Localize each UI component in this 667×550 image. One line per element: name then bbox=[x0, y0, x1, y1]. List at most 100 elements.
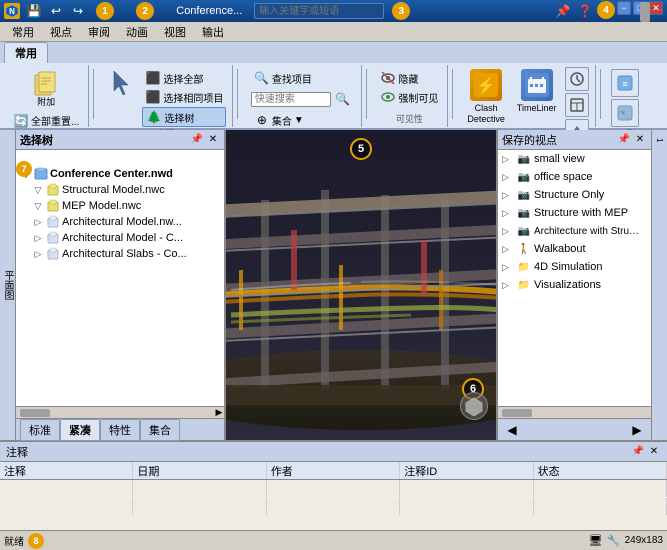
attach-btn[interactable]: 附加 bbox=[28, 67, 64, 110]
tab-properties[interactable]: 特性 bbox=[100, 419, 140, 441]
merge-btn[interactable]: ⊕ 集合 ▼ bbox=[251, 111, 353, 129]
views-prev-btn[interactable]: ◀ bbox=[502, 420, 522, 440]
pin-icon[interactable]: 📌 bbox=[553, 1, 573, 21]
view-item-structure-mep[interactable]: ▷ 📷 Structure with MEP bbox=[498, 204, 651, 222]
expand-walkabout[interactable]: ▷ bbox=[502, 244, 514, 255]
tree-hscrollbar[interactable]: ▶ bbox=[16, 406, 224, 418]
menu-output[interactable]: 输出 bbox=[194, 22, 232, 42]
tab-compact[interactable]: 紧凑 bbox=[60, 419, 100, 441]
menu-review[interactable]: 审阅 bbox=[80, 22, 118, 42]
expand-structure-only[interactable]: ▷ bbox=[502, 190, 514, 201]
panel-close-btn[interactable]: ✕ bbox=[206, 133, 220, 147]
ribbon-sep-2 bbox=[237, 69, 238, 119]
tree-expand-structural[interactable]: ▽ bbox=[32, 184, 44, 196]
select-tree-btn[interactable]: 🌲 选择树 bbox=[142, 107, 226, 127]
right-panel-header: 保存的视点 📌 ✕ bbox=[498, 130, 651, 150]
search-go-btn[interactable]: 🔍 bbox=[333, 89, 353, 109]
svg-text:N: N bbox=[9, 7, 15, 16]
expand-office-space[interactable]: ▷ bbox=[502, 172, 514, 183]
panel-pin-btn[interactable]: 📌 bbox=[190, 133, 204, 147]
menu-animation[interactable]: 动画 bbox=[118, 22, 156, 42]
arch1-file-icon bbox=[46, 215, 60, 229]
hide-btn[interactable]: 隐藏 bbox=[377, 69, 441, 87]
ribbon-tabs: 常用 bbox=[0, 42, 667, 63]
tree-expand-mep[interactable]: ▽ bbox=[32, 200, 44, 212]
annotation-vscrollbar[interactable] bbox=[639, 462, 651, 500]
ribbon-group-display: ⚡ Clash Detective bbox=[457, 65, 595, 127]
tree-item-arch-slabs[interactable]: ▷ Architectural Slabs - Co... bbox=[30, 246, 222, 262]
tool-b-btn[interactable]: 🔧 bbox=[611, 99, 639, 127]
empty-cell bbox=[267, 480, 400, 497]
right-panel-pin-btn[interactable]: 📌 bbox=[617, 133, 631, 147]
ribbon-tab-home[interactable]: 常用 bbox=[4, 42, 48, 63]
select-arrow-btn[interactable] bbox=[104, 67, 140, 99]
col-author: 作者 bbox=[267, 462, 400, 479]
menu-common[interactable]: 常用 bbox=[4, 22, 42, 42]
tree-expand-arch2[interactable]: ▷ bbox=[32, 232, 44, 244]
tool-a-btn[interactable]: ≡ bbox=[611, 69, 639, 97]
attach-label: 附加 bbox=[37, 97, 55, 108]
select-all-btn[interactable]: ⬛ 选择全部 bbox=[142, 69, 226, 87]
refresh-all-btn[interactable]: 🔄 全部重置... bbox=[10, 112, 82, 130]
tree-item-structural[interactable]: ▽ Structural Model.nwc bbox=[30, 182, 222, 198]
view-item-arch-structure[interactable]: ▷ 📷 Architecture with Structu... bbox=[498, 222, 651, 240]
view-label-arch-structure: Architecture with Structu... bbox=[534, 226, 644, 237]
views-list: ▷ 📷 small view ▷ 📷 office space ▷ 📷 Stru… bbox=[498, 150, 651, 406]
ribbon-group-search: 🔍 查找项目 🔍 ⊕ 集合 ▼ 选择和搜索 bbox=[242, 65, 362, 127]
menu-viewpoint[interactable]: 视点 bbox=[42, 22, 80, 42]
help-icon[interactable]: ❓ bbox=[575, 1, 595, 21]
view-item-4d-sim[interactable]: ▷ 📁 4D Simulation bbox=[498, 258, 651, 276]
refresh-icon: 🔄 bbox=[13, 113, 29, 129]
arch1-label: Architectural Model.nw... bbox=[62, 216, 182, 228]
left-side-label: 平面图 bbox=[0, 130, 16, 440]
expand-4d-sim[interactable]: ▷ bbox=[502, 262, 514, 273]
expand-arch-structure[interactable]: ▷ bbox=[502, 226, 514, 237]
svg-text:≡: ≡ bbox=[622, 79, 627, 89]
select-same-btn[interactable]: ⬛ 选择相同项目 bbox=[142, 88, 226, 106]
view-icon-walkabout: 🚶 bbox=[517, 242, 531, 256]
close-btn[interactable]: ✕ bbox=[649, 1, 663, 15]
nav-cube[interactable] bbox=[460, 392, 488, 420]
find-item-btn[interactable]: 🔍 查找项目 bbox=[251, 69, 353, 87]
tab-standard[interactable]: 标准 bbox=[20, 419, 60, 441]
redo-btn[interactable]: ↪ bbox=[68, 1, 88, 21]
tree-expand-arch-slabs[interactable]: ▷ bbox=[32, 248, 44, 260]
views-hscrollbar[interactable] bbox=[498, 406, 651, 418]
expand-structure-mep[interactable]: ▷ bbox=[502, 208, 514, 219]
tree-item-arch2[interactable]: ▷ Architectural Model - C... bbox=[30, 230, 222, 246]
tool2-btn[interactable] bbox=[565, 93, 589, 117]
tree-item-mep[interactable]: ▽ MEP Model.nwc bbox=[30, 198, 222, 214]
timeliner-btn[interactable]: TimeLiner bbox=[513, 67, 561, 116]
tree-item-arch1[interactable]: ▷ Architectural Model.nw... bbox=[30, 214, 222, 230]
tab-collections[interactable]: 集合 bbox=[140, 419, 180, 441]
empty-cell bbox=[400, 498, 533, 515]
arch-slabs-file-icon bbox=[46, 247, 60, 261]
far-right-scroll[interactable]: 1 bbox=[655, 138, 664, 142]
view-icon-office: 📷 bbox=[517, 170, 531, 184]
minimize-btn[interactable]: − bbox=[617, 1, 631, 15]
structural-file-icon bbox=[46, 183, 60, 197]
menu-view[interactable]: 视图 bbox=[156, 22, 194, 42]
expand-visualizations[interactable]: ▷ bbox=[502, 280, 514, 291]
expand-small-view[interactable]: ▷ bbox=[502, 154, 514, 165]
quick-search-input[interactable] bbox=[251, 92, 331, 107]
view-item-small-view[interactable]: ▷ 📷 small view bbox=[498, 150, 651, 168]
tree-item-conference[interactable]: ▽ Conference Center.nwd bbox=[18, 166, 222, 182]
search-input[interactable] bbox=[254, 3, 384, 19]
tool1-btn[interactable] bbox=[565, 67, 589, 91]
view-item-walkabout[interactable]: ▷ 🚶 Walkabout bbox=[498, 240, 651, 258]
clash-detective-btn[interactable]: ⚡ Clash Detective bbox=[463, 67, 509, 127]
merge-icon: ⊕ bbox=[254, 112, 270, 128]
view-item-structure-only[interactable]: ▷ 📷 Structure Only bbox=[498, 186, 651, 204]
undo-btn[interactable]: ↩ bbox=[46, 1, 66, 21]
tree-expand-arch1[interactable]: ▷ bbox=[32, 216, 44, 228]
view-item-office-space[interactable]: ▷ 📷 office space bbox=[498, 168, 651, 186]
save-btn[interactable]: 💾 bbox=[24, 1, 44, 21]
force-visible-btn[interactable]: 强制可见 bbox=[377, 88, 441, 106]
view-item-visualizations[interactable]: ▷ 📁 Visualizations bbox=[498, 276, 651, 294]
center-viewport[interactable]: 5 6 bbox=[226, 130, 496, 440]
timeliner-label: TimeLiner bbox=[517, 103, 557, 114]
main-area: 平面图 选择树 📌 ✕ 7 ▽ Co bbox=[0, 130, 667, 440]
find-label: 查找项目 bbox=[272, 71, 312, 86]
select-all-label: 选择全部 bbox=[163, 71, 203, 86]
